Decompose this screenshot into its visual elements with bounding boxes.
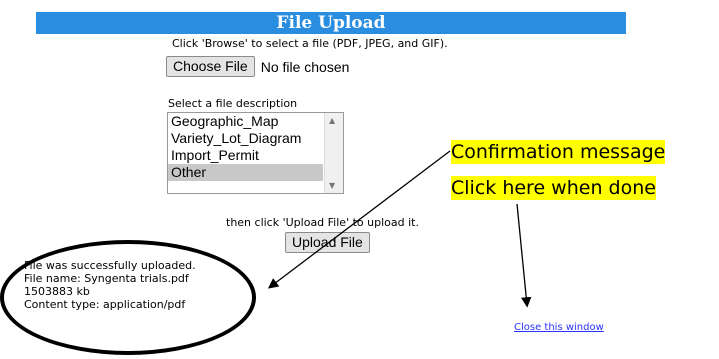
- close-window-link[interactable]: Close this window: [514, 322, 604, 333]
- callout-confirmation: Confirmation message: [451, 140, 666, 164]
- callout-done: Click here when done: [451, 176, 656, 200]
- arrow-to-close-link: [516, 203, 532, 308]
- arrow-to-confirmation: [267, 150, 451, 289]
